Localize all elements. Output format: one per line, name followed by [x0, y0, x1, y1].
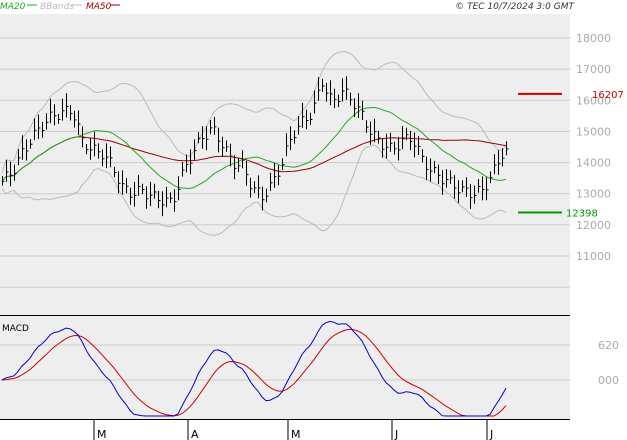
stock-chart: MA20 BBands MA50 © TEC 10/7/2024 3:0 GMT… [0, 2, 624, 440]
price-y-axis: 1800017000160001500014000130001200011000 [576, 32, 611, 263]
macd-y-axis: 620 000 [598, 339, 619, 387]
legend: MA20 BBands MA50 [0, 2, 120, 12]
legend-ma20-label: MA20 [0, 2, 26, 12]
macd-y-tick-label: 620 [598, 339, 619, 352]
price-y-tick-label: 13000 [576, 188, 611, 201]
support-label: 12398 [566, 208, 598, 219]
x-axis: MAMJJ [93, 419, 493, 440]
macd-panel [0, 316, 570, 419]
legend-bbands-label: BBands [40, 2, 74, 12]
x-axis-tick-label: J [394, 428, 398, 440]
price-panel [0, 14, 570, 315]
copyright-text: © TEC 10/7/2024 3:0 GMT [455, 2, 575, 12]
price-y-tick-label: 15000 [576, 125, 611, 138]
macd-y-tick-label: 000 [598, 374, 619, 387]
price-y-tick-label: 18000 [576, 32, 611, 45]
price-y-tick-label: 12000 [576, 219, 611, 232]
legend-ma50-label: MA50 [86, 2, 112, 12]
price-y-tick-label: 14000 [576, 157, 611, 170]
macd-title: MACD [2, 324, 29, 334]
x-axis-tick-label: J [489, 428, 493, 440]
x-axis-tick-label: A [191, 428, 199, 440]
price-y-tick-label: 11000 [576, 250, 611, 263]
x-axis-tick-label: M [291, 428, 301, 440]
resistance-label: 16207 [592, 90, 624, 101]
price-y-tick-label: 17000 [576, 63, 611, 76]
x-axis-tick-label: M [97, 428, 107, 440]
